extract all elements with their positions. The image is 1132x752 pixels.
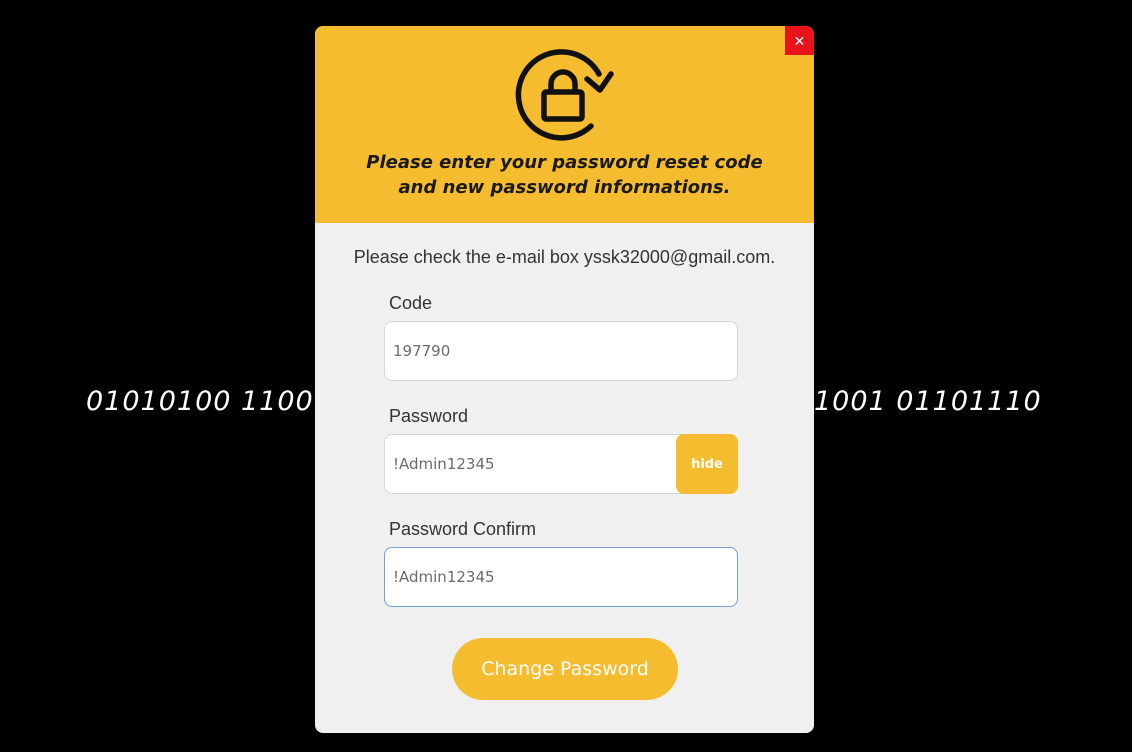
password-reset-modal: ✕ Please enter your password reset code … (315, 26, 814, 733)
hide-password-button[interactable]: hide (676, 434, 738, 494)
modal-header-text: Please enter your password reset code an… (366, 152, 763, 198)
page-background: 01010100 1100 1001 01101110 ✕ Please ent… (0, 0, 1132, 752)
password-input[interactable] (393, 435, 663, 493)
change-password-button[interactable]: Change Password (452, 638, 678, 700)
binary-background-text-right: 1001 01101110 (814, 386, 1042, 417)
password-confirm-input[interactable] (393, 548, 723, 606)
modal-header: ✕ Please enter your password reset code … (315, 26, 814, 223)
password-confirm-label: Password Confirm (389, 519, 537, 539)
close-icon: ✕ (793, 32, 806, 49)
code-label: Code (389, 293, 433, 313)
password-label: Password (389, 406, 469, 426)
password-confirm-field[interactable] (384, 547, 738, 607)
email-check-message: Please check the e-mail box yssk32000@gm… (353, 247, 776, 267)
password-field[interactable]: hide (384, 434, 738, 494)
lock-reset-icon (515, 49, 614, 141)
code-input[interactable] (393, 322, 723, 380)
close-button[interactable]: ✕ (785, 26, 814, 55)
code-field[interactable] (384, 321, 738, 381)
